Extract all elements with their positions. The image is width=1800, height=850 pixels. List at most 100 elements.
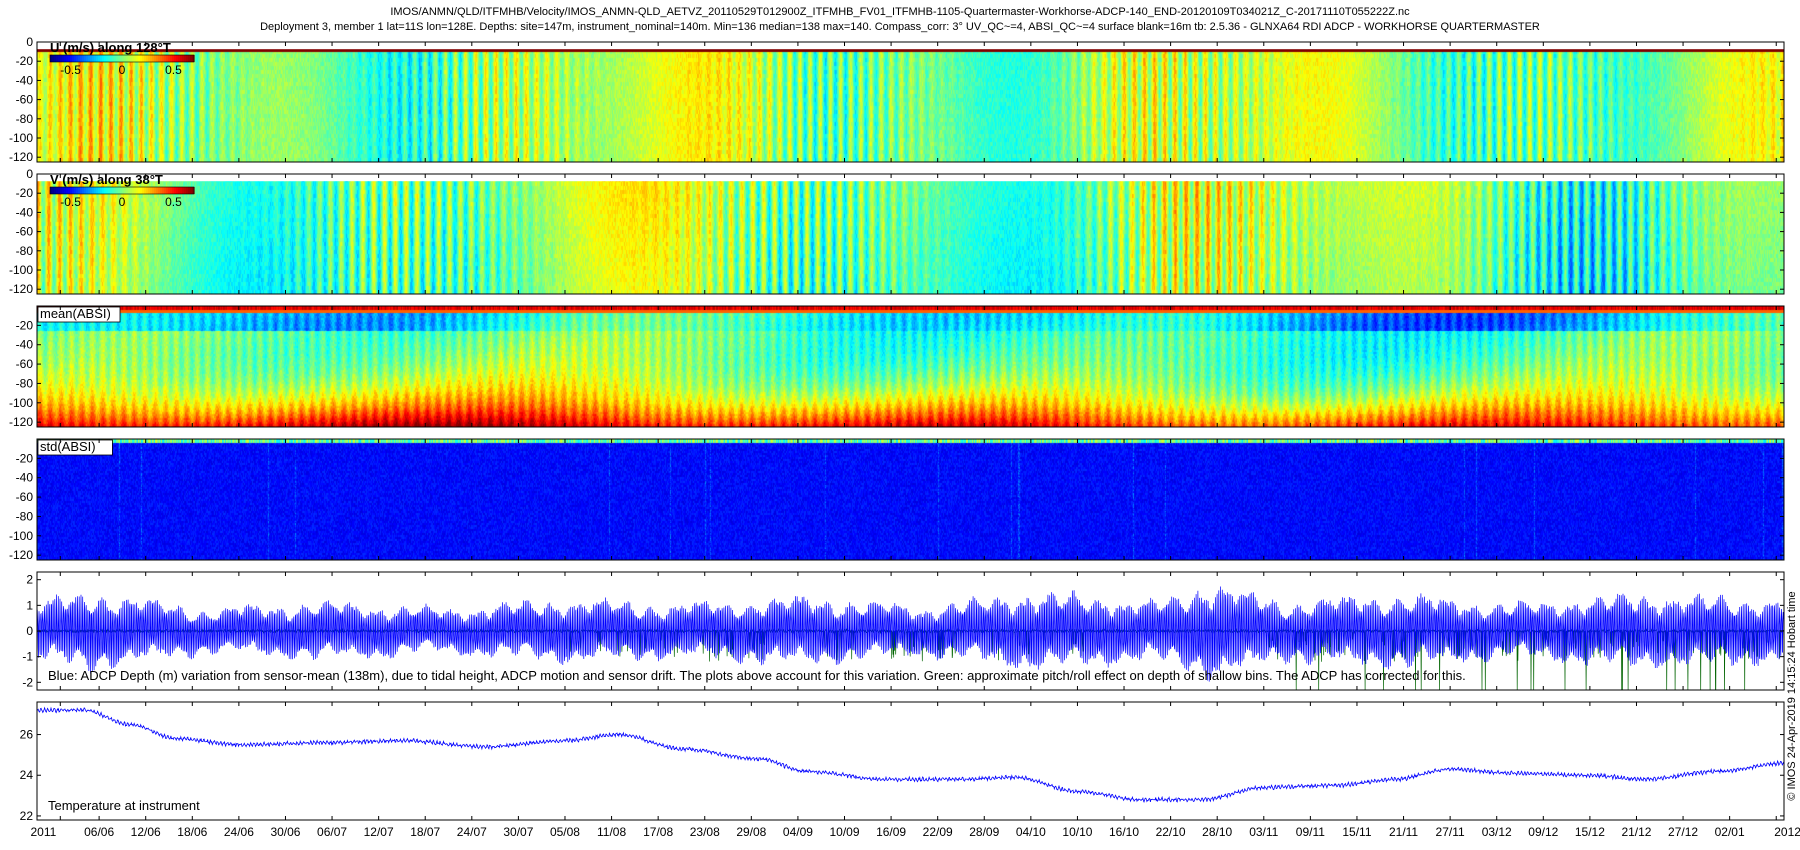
x-tick-label: 04/10: [1016, 825, 1046, 839]
y-tick-label: -120: [9, 548, 33, 562]
x-tick-label: 22/09: [923, 825, 953, 839]
y-tick-label: -80: [16, 244, 34, 258]
x-tick-label: 29/08: [736, 825, 766, 839]
y-tick-label: -60: [16, 225, 34, 239]
heatmap-image: [37, 306, 1784, 427]
x-tick-label: 30/07: [503, 825, 533, 839]
heatmap-image: [37, 42, 1784, 162]
x-tick-label: 09/11: [1296, 825, 1325, 839]
y-tick-label: -80: [16, 509, 34, 523]
x-tick-label: 02/01: [1715, 825, 1745, 839]
y-tick-label: -60: [16, 490, 34, 504]
x-tick-label: 15/12: [1575, 825, 1605, 839]
chart-canvas: 0-20-40-60-80-100-120U (m/s) along 128°T…: [9, 35, 1800, 839]
x-tick-label: 11/08: [597, 825, 626, 839]
y-tick-label: -40: [16, 205, 34, 219]
x-tick-label: 06/07: [317, 825, 347, 839]
y-tick-label: -40: [16, 73, 34, 87]
y-tick-label: 26: [20, 728, 34, 742]
panel-2: 0-20-40-60-80-100-120V (m/s) along 38°T-…: [9, 167, 1785, 296]
y-tick-label: -60: [16, 357, 34, 371]
y-tick-label: -40: [16, 338, 34, 352]
colorbar-tick-label: 0: [119, 195, 126, 209]
x-tick-label: 22/10: [1156, 825, 1186, 839]
x-tick-label: 10/09: [829, 825, 859, 839]
y-tick-label: 24: [20, 768, 34, 782]
x-tick-label: 09/12: [1528, 825, 1558, 839]
panel-4: -20 -40 -60 -80 -100 -120 std(ABSI): [9, 438, 1785, 562]
y-tick-label: -20: [16, 451, 34, 465]
x-tick-label: 06/06: [84, 825, 114, 839]
x-tick-label: 2011: [30, 825, 56, 839]
y-tick-label: -100: [9, 529, 33, 543]
y-tick-label: -60: [16, 93, 34, 107]
y-tick-label: 0: [26, 167, 33, 181]
panel-6: 22 24 26 Temperature at instrument: [20, 701, 1785, 823]
depth-annotation: Blue: ADCP Depth (m) variation from sens…: [48, 668, 1466, 683]
y-tick-label: -1: [22, 650, 33, 664]
surface-blank: [37, 174, 1784, 182]
panel-label: std(ABSI): [40, 439, 96, 454]
panel-5: -2 -1 0 1 2 Blue: ADCP Depth (m) variation fr…: [22, 571, 1785, 691]
x-tick-label: 04/09: [783, 825, 813, 839]
copyright-note: © IMOS 24-Apr-2019 14:15:24 Hobart time: [1786, 591, 1798, 800]
panel-label: U (m/s) along 128°T: [50, 40, 171, 55]
panel-1: 0 -20 -40 -60 -80 -100 -120 U (m/s) along 128°T…: [9, 35, 1785, 164]
colorbar-tick-label: -0.5: [60, 195, 81, 209]
x-tick-label: 10/10: [1062, 825, 1092, 839]
colorbar-tick-label: 0: [119, 63, 126, 77]
y-tick-label: -2: [22, 675, 33, 689]
panel-3: -20 -40 -60 -80 -100 -120 mean(ABSI): [9, 305, 1785, 429]
x-tick-label: 21/11: [1389, 825, 1418, 839]
y-tick-label: 2: [26, 573, 33, 587]
x-tick-label: 15/11: [1342, 825, 1371, 839]
y-tick-label: -80: [16, 376, 34, 390]
y-tick-label: -80: [16, 112, 34, 126]
y-tick-label: 1: [26, 598, 33, 612]
heatmap-image: [37, 174, 1784, 294]
x-tick-label: 16/10: [1109, 825, 1139, 839]
x-tick-label: 28/09: [969, 825, 999, 839]
y-tick-label: 22: [20, 809, 34, 823]
x-tick-label: 28/10: [1202, 825, 1232, 839]
x-tick-label: 16/09: [876, 825, 906, 839]
x-tick-label: 27/11: [1436, 825, 1465, 839]
colorbar-tick-label: -0.5: [60, 63, 81, 77]
y-tick-label: -100: [9, 396, 33, 410]
x-tick-label: 2012: [1774, 825, 1800, 839]
x-tick-label: 03/12: [1482, 825, 1512, 839]
figure: IMOS/ANMN/QLD/ITFMHB/Velocity/IMOS_ANMN-…: [0, 0, 1800, 850]
y-tick-label: -20: [16, 186, 34, 200]
colorbar-tick-label: 0.5: [165, 195, 182, 209]
y-tick-label: -20: [16, 54, 34, 68]
x-tick-label: 03/11: [1249, 825, 1278, 839]
y-tick-label: -100: [9, 131, 33, 145]
x-tick-label: 18/07: [410, 825, 440, 839]
x-tick-label: 24/07: [457, 825, 487, 839]
x-tick-label: 05/08: [550, 825, 580, 839]
heatmap-image: [37, 439, 1784, 560]
surface-blank: [37, 42, 1784, 50]
temperature-label: Temperature at instrument: [48, 798, 200, 813]
y-tick-label: 0: [26, 624, 33, 638]
temperature-line: [36, 706, 1785, 803]
panel-frame: [36, 701, 1785, 821]
x-tick-label: 12/07: [364, 825, 394, 839]
x-tick-label: 24/06: [224, 825, 254, 839]
y-tick-label: -20: [16, 318, 34, 332]
y-tick-label: -120: [9, 282, 33, 296]
x-tick-label: 18/06: [177, 825, 207, 839]
y-tick-label: -120: [9, 150, 33, 164]
x-tick-label: 27/12: [1668, 825, 1698, 839]
colorbar-tick-label: 0.5: [165, 63, 182, 77]
y-tick-label: 0: [26, 35, 33, 49]
x-tick-label: 21/12: [1621, 825, 1651, 839]
x-tick-label: 23/08: [690, 825, 720, 839]
y-tick-label: -100: [9, 263, 33, 277]
x-tick-label: 12/06: [131, 825, 161, 839]
panel-label: mean(ABSI): [40, 306, 111, 321]
x-tick-label: 30/06: [270, 825, 300, 839]
y-tick-label: -120: [9, 415, 33, 429]
y-tick-label: -40: [16, 471, 34, 485]
x-tick-label: 17/08: [643, 825, 673, 839]
